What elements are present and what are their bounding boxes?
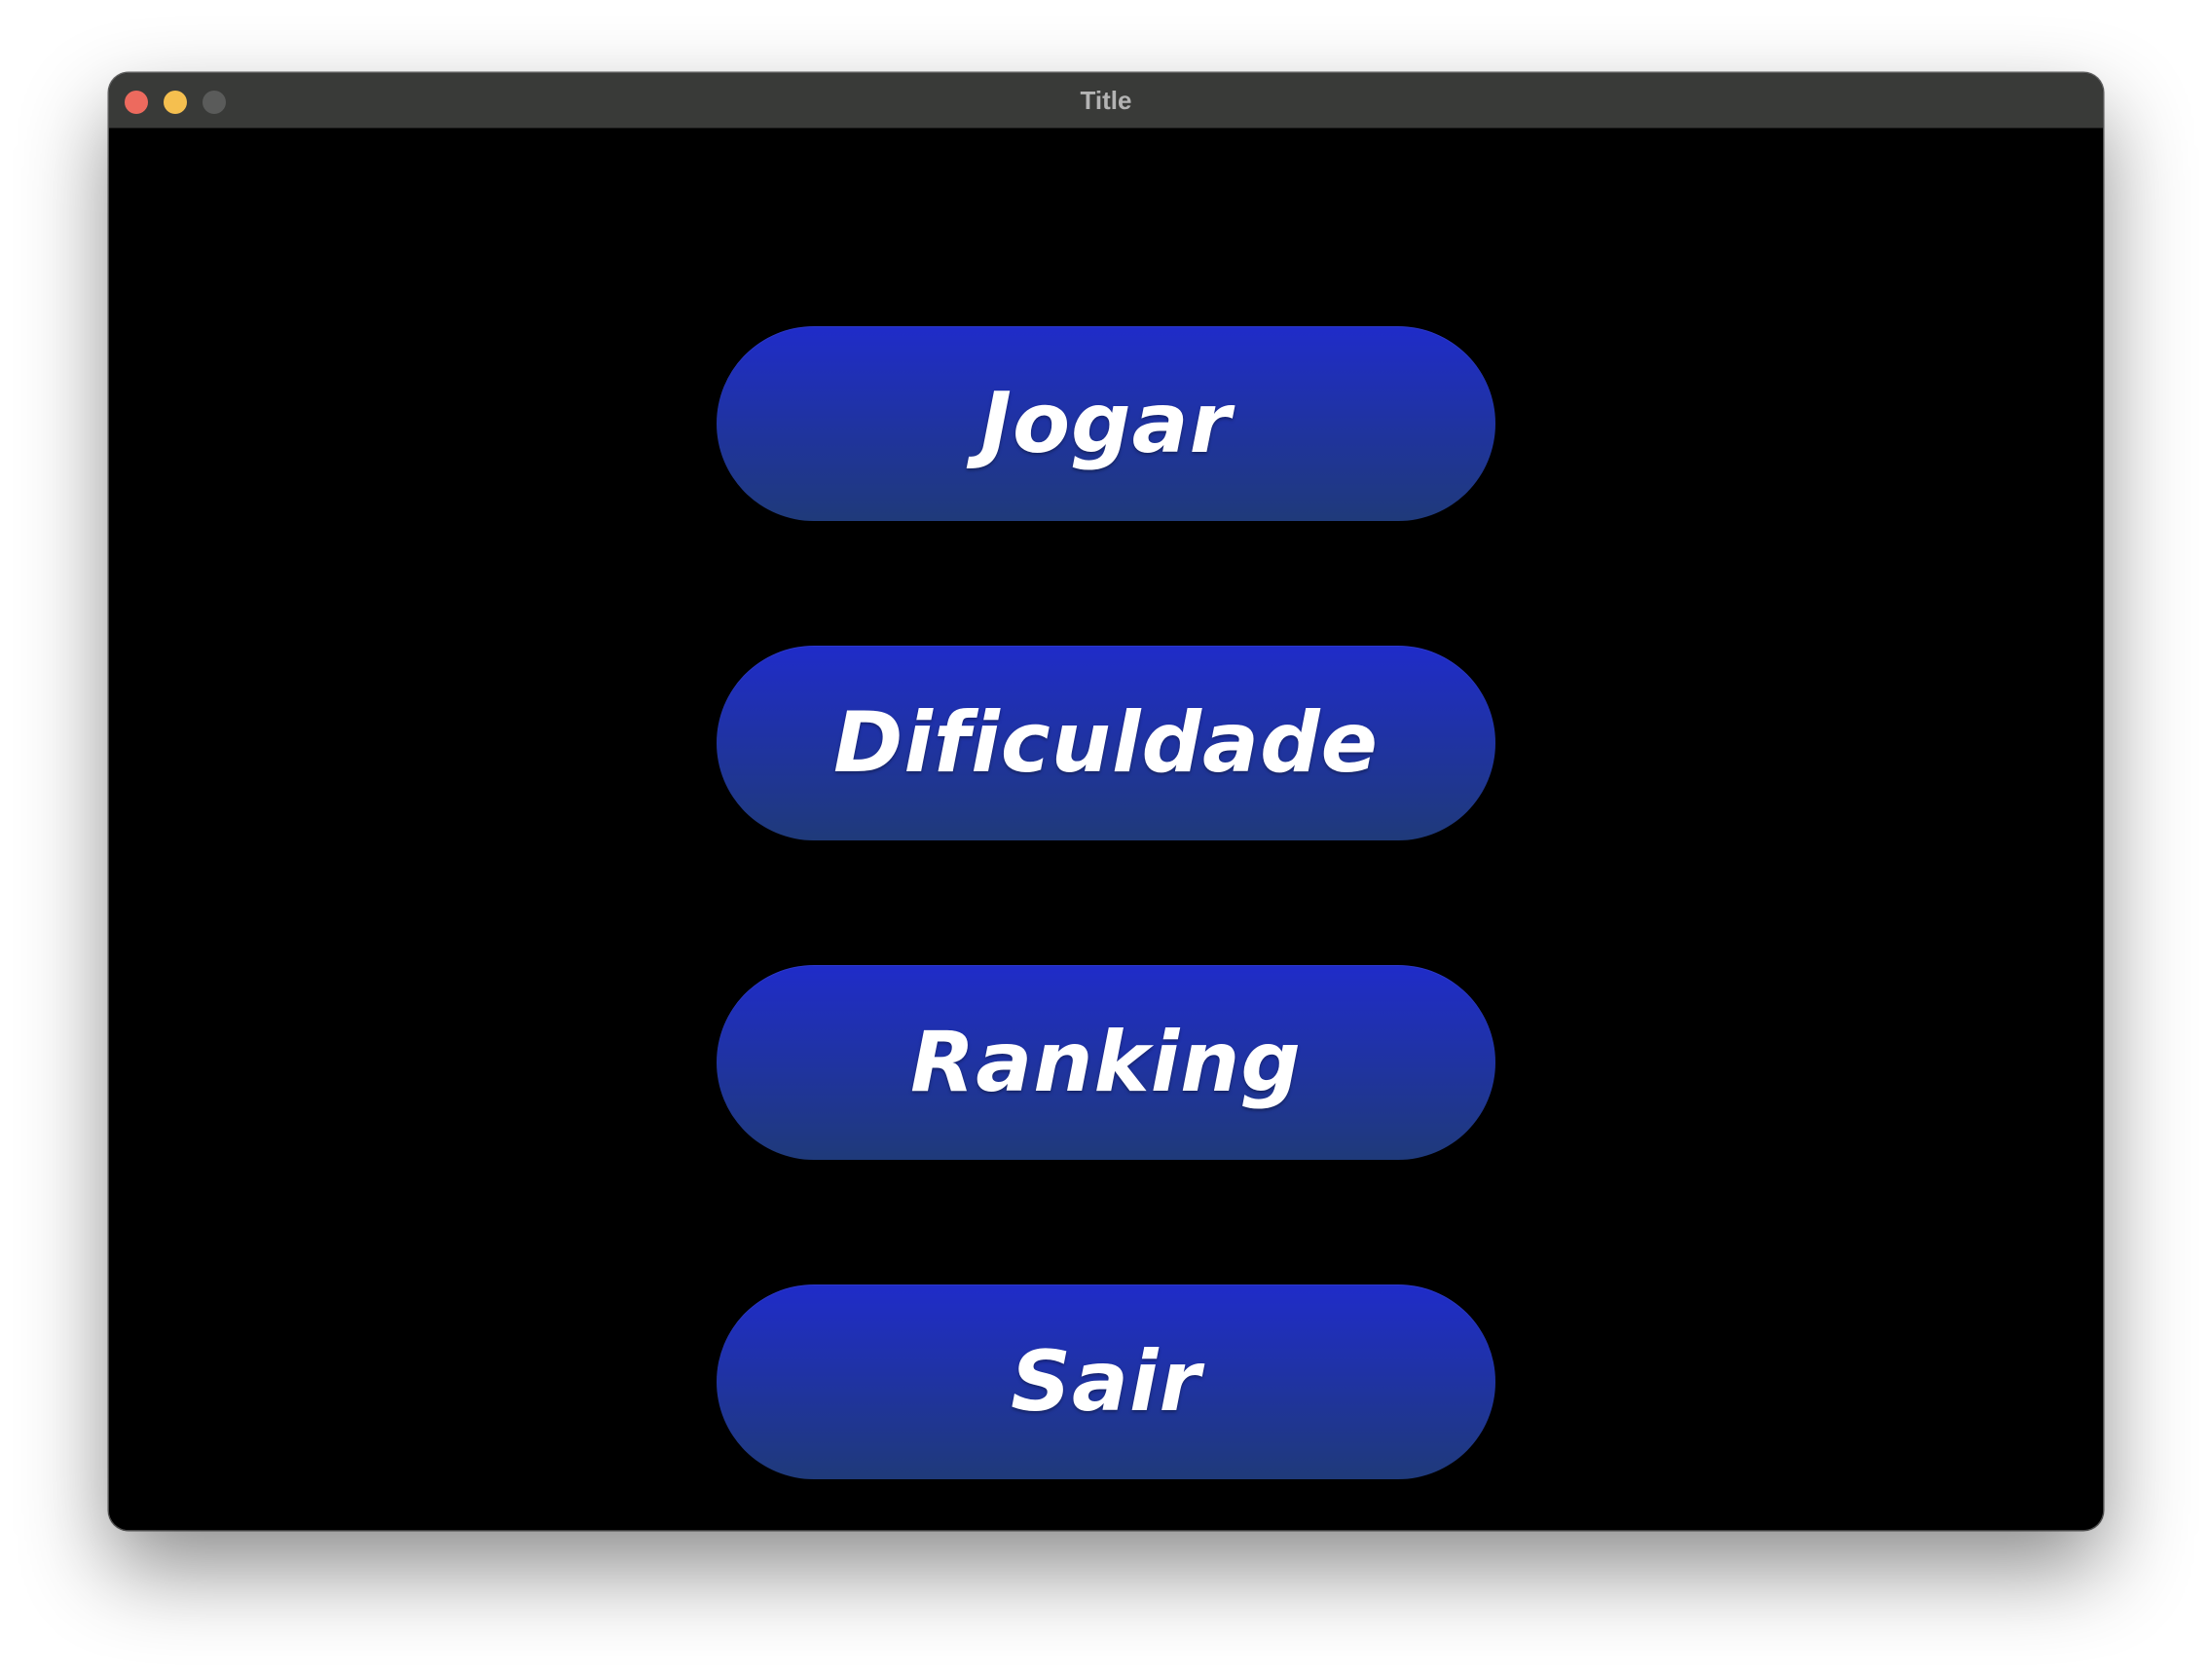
ranking-button-label: Ranking <box>910 1014 1302 1111</box>
ranking-button[interactable]: Ranking <box>717 965 1495 1160</box>
exit-button[interactable]: Sair <box>717 1284 1495 1479</box>
title-bar[interactable]: Title <box>109 73 2103 129</box>
window-title: Title <box>1080 86 1132 115</box>
main-menu: Jogar Dificuldade Ranking Sair <box>109 129 2103 1530</box>
difficulty-button-label: Dificuldade <box>833 694 1379 792</box>
app-window: Title Jogar Dificuldade Ranking Sair <box>109 73 2103 1530</box>
difficulty-button[interactable]: Dificuldade <box>717 646 1495 840</box>
exit-button-label: Sair <box>1011 1333 1201 1431</box>
play-button-label: Jogar <box>979 375 1233 472</box>
play-button[interactable]: Jogar <box>717 326 1495 521</box>
